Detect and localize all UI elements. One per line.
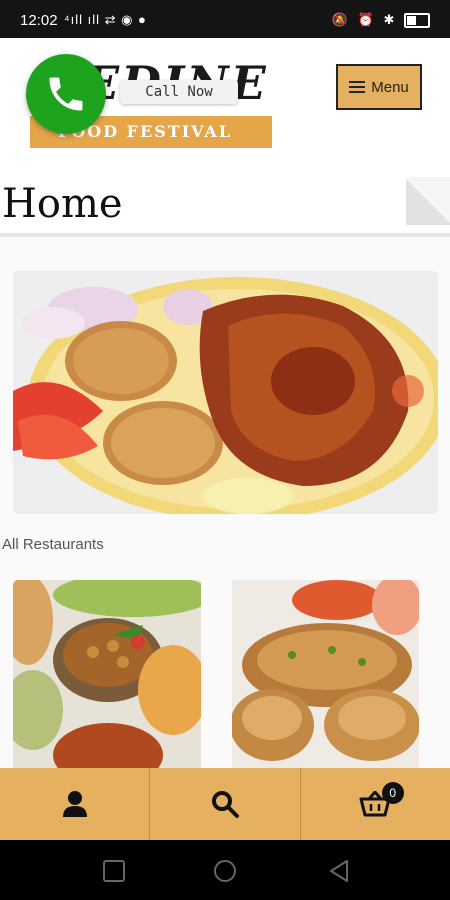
status-notification-icons: ⁴ıll ıll ⇄ ◉ ● — [64, 12, 147, 27]
status-time: 12:02 — [20, 12, 58, 29]
back-icon[interactable] — [328, 859, 350, 883]
status-system-icons-text: 🔕 ⏰ ✱ — [331, 12, 398, 27]
restaurant-card-image — [232, 580, 419, 770]
system-navigation-bar — [0, 840, 450, 900]
phone-icon — [49, 77, 83, 111]
battery-icon — [404, 13, 430, 29]
cart-button[interactable]: 0 — [301, 768, 450, 840]
call-now-label[interactable]: Call Now — [120, 80, 238, 104]
corner-fold-decoration — [406, 177, 450, 225]
search-button[interactable] — [150, 768, 301, 840]
hero-food-illustration — [13, 271, 438, 514]
menu-button[interactable]: Menu — [336, 64, 422, 110]
search-icon — [211, 791, 239, 818]
restaurant-card[interactable] — [13, 580, 201, 770]
page-title: Home — [2, 181, 123, 227]
user-icon — [62, 791, 87, 817]
account-button[interactable] — [0, 768, 151, 840]
bottom-action-bar: 0 — [0, 768, 450, 840]
menu-button-label: Menu — [371, 78, 409, 96]
status-system-icons: 🔕 ⏰ ✱ — [331, 12, 430, 29]
restaurant-card-image — [13, 580, 201, 770]
recent-apps-button[interactable] — [103, 860, 125, 882]
page-title-area: Home — [0, 173, 450, 237]
hamburger-icon — [349, 81, 366, 93]
home-button[interactable] — [214, 860, 236, 882]
hero-food-image[interactable] — [13, 271, 438, 514]
cart-count-badge: 0 — [381, 782, 404, 804]
status-bar: 12:02 ⁴ıll ıll ⇄ ◉ ● 🔕 ⏰ ✱ — [0, 0, 450, 38]
all-restaurants-label: All Restaurants — [2, 536, 104, 553]
restaurant-card[interactable] — [232, 580, 419, 770]
call-button[interactable] — [26, 54, 106, 134]
